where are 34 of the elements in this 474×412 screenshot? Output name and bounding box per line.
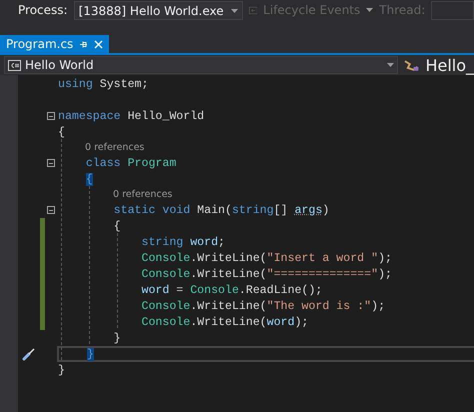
code-line: Console.WriteLine("==============");: [140, 268, 392, 280]
code-line: }: [58, 364, 65, 376]
code-line: namespace Hello_World: [58, 110, 204, 122]
member-icon: [404, 58, 420, 72]
pin-icon[interactable]: [79, 40, 88, 48]
lifecycle-icon: [248, 5, 258, 16]
file-tab[interactable]: Program.cs: [0, 35, 110, 53]
csharp-file-icon: [8, 60, 21, 70]
references-codelens[interactable]: 0 references: [57, 142, 144, 153]
collapse-toggle[interactable]: [47, 112, 55, 120]
process-dropdown[interactable]: [13888] Hello World.exe: [74, 1, 243, 20]
caret-icon: [366, 8, 374, 12]
code-line: static void Main(string[] args): [112, 204, 330, 216]
code-line: word = Console.ReadLine();: [140, 284, 322, 296]
code-line: Console.WriteLine(word);: [140, 316, 308, 328]
close-icon[interactable]: [94, 40, 104, 48]
caret-icon: [387, 63, 394, 67]
collapse-toggle[interactable]: [47, 159, 55, 167]
caret-icon: [230, 8, 238, 12]
code-line: }: [112, 332, 121, 344]
code-line: string word;: [140, 236, 225, 248]
code-line: using System;: [58, 78, 148, 90]
references-codelens[interactable]: 0 references: [57, 189, 172, 200]
process-label: Process:: [18, 2, 68, 19]
member-dropdown[interactable]: Hello_: [425, 56, 474, 74]
collapse-toggle[interactable]: [47, 206, 55, 214]
screwdriver-icon[interactable]: [22, 347, 36, 361]
project-dropdown[interactable]: Hello World: [4, 56, 398, 74]
code-line: Console.WriteLine("The word is :");: [140, 300, 386, 312]
code-line: class Program: [84, 156, 176, 170]
code-line: {: [58, 126, 65, 138]
code-line: Console.WriteLine("Insert a word ");: [140, 252, 392, 264]
code-line: {: [112, 220, 121, 232]
thread-label: Thread:: [379, 2, 426, 19]
